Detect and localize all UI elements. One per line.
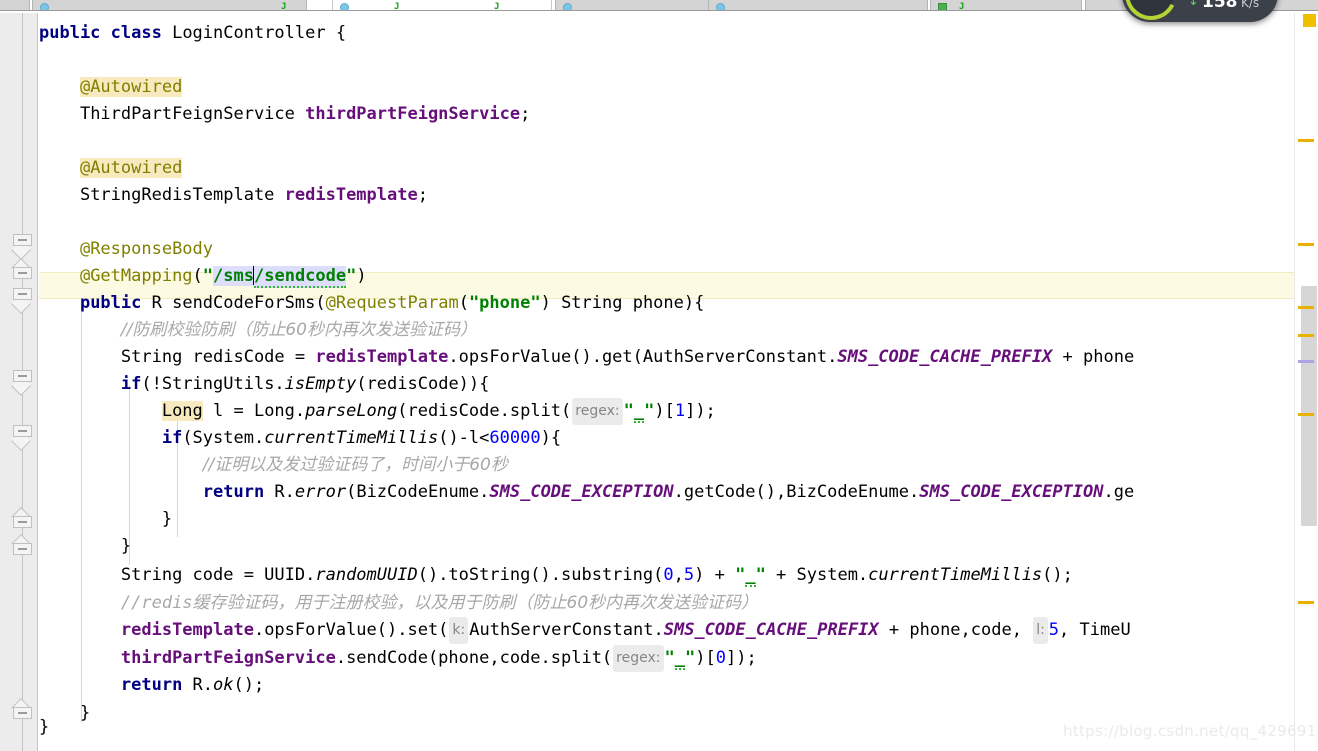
warning-stripe-4[interactable] (1298, 334, 1314, 337)
code-line-25-return-ok[interactable]: return R.ok(); (39, 672, 264, 699)
warning-stripe-2[interactable] (1298, 243, 1314, 246)
code-line-15[interactable]: Long l = Long.parseLong(redisCode.split(… (39, 398, 716, 425)
code-line-13[interactable]: String redisCode = redisTemplate.opsForV… (39, 344, 1134, 371)
fold-marker-4[interactable] (11, 370, 32, 396)
param-hint-regex: regex: (572, 398, 623, 425)
code-line-27[interactable]: } (39, 714, 49, 741)
idea-editor-window: J J J J J J (0, 0, 1318, 751)
warning-stripe-5[interactable] (1298, 413, 1314, 416)
download-arrow-icon: ↓ (1188, 0, 1199, 9)
warning-stripe-1[interactable] (1298, 139, 1314, 142)
code-line-4[interactable]: ThirdPartFeignService thirdPartFeignServ… (39, 101, 530, 128)
network-speed-unit: K/s (1241, 0, 1260, 10)
editor-scrollbar-thumb[interactable] (1301, 286, 1317, 526)
code-line-11-signature[interactable]: public R sendCodeForSms(@RequestParam("p… (39, 290, 704, 317)
code-editor-area[interactable]: public class LoginController { @Autowire… (39, 13, 1294, 751)
fold-marker-5[interactable] (11, 425, 32, 451)
inspection-summary-indicator[interactable] (1303, 14, 1316, 27)
code-line-14[interactable]: if(!StringUtils.isEmpty(redisCode)){ (39, 371, 490, 398)
inspection-stripe-gutter[interactable] (1294, 13, 1318, 751)
tabstrip-divider (0, 10, 1318, 11)
fold-marker-6[interactable] (11, 507, 32, 528)
code-line-18-return-error[interactable]: return R.error(BizCodeEnume.SMS_CODE_EXC… (39, 479, 1134, 506)
param-hint-regex-2: regex: (613, 645, 664, 672)
fold-marker-3[interactable] (11, 288, 32, 314)
code-line-12-comment[interactable]: //防刷校验防刷（防止60秒内再次发送验证码） (39, 317, 477, 344)
network-speed-value: 158 (1202, 0, 1238, 12)
code-line-23-redis-set[interactable]: redisTemplate.opsForValue().set(k: AuthSe… (39, 617, 1131, 644)
fold-marker-1[interactable] (11, 234, 32, 260)
param-hint-k: k: (449, 617, 469, 644)
fold-marker-7[interactable] (11, 534, 32, 555)
fold-marker-8[interactable] (11, 698, 32, 719)
code-line-9[interactable]: @ResponseBody (39, 236, 213, 263)
code-line-16[interactable]: if(System.currentTimeMillis()-l<60000){ (39, 425, 561, 452)
code-line-24-sendcode[interactable]: thirdPartFeignService.sendCode(phone,cod… (39, 645, 757, 672)
code-line-22-comment[interactable]: //redis缓存验证码，用于注册校验，以及用于防刷（防止60秒内再次发送验证码… (39, 590, 758, 617)
warning-stripe-6[interactable] (1298, 601, 1314, 604)
fold-marker-2[interactable] (11, 258, 32, 279)
source-code-block[interactable]: public class LoginController { @Autowire… (39, 13, 1294, 751)
info-stripe-1[interactable] (1298, 360, 1314, 363)
network-speed-widget[interactable]: CPU ↓ 158 K/s (1118, 0, 1278, 27)
code-line-3[interactable]: @Autowired (39, 74, 183, 101)
code-line-6[interactable]: @Autowired (39, 155, 183, 182)
code-line-10-getmapping[interactable]: @GetMapping("/sms/sendcode") (39, 263, 367, 290)
code-line-21[interactable]: String code = UUID.randomUUID().toString… (39, 562, 1073, 589)
code-line-20[interactable]: } (39, 533, 131, 560)
warning-stripe-3[interactable] (1298, 306, 1314, 309)
code-line-19[interactable]: } (39, 506, 172, 533)
code-line-1[interactable]: public class LoginController { (39, 20, 346, 47)
page-watermark: https://blog.csdn.net/qq_42969135 (1063, 722, 1318, 740)
code-line-7[interactable]: StringRedisTemplate redisTemplate; (39, 182, 428, 209)
param-hint-l: l: (1033, 617, 1048, 644)
code-line-17-comment[interactable]: //证明以及发过验证码了，时间小于60秒 (39, 452, 508, 479)
